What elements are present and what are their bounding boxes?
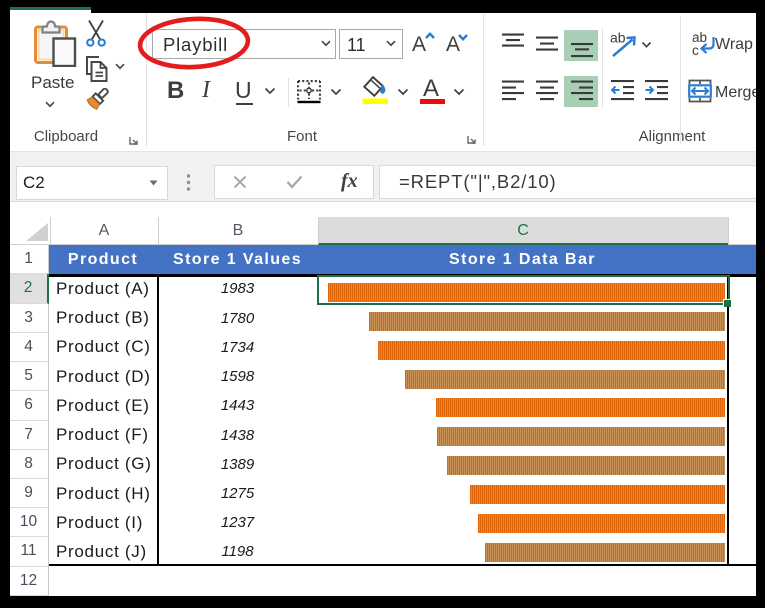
svg-text:ab: ab [610,30,626,46]
svg-text:c: c [692,43,699,57]
